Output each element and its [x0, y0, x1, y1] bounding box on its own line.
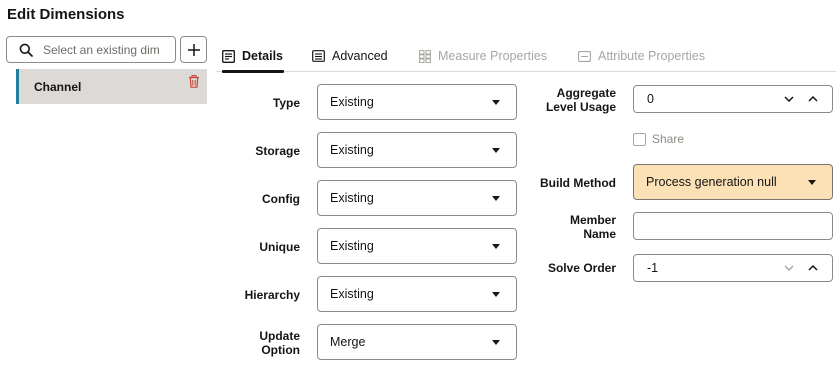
aggregate-level-usage-value[interactable]: 0: [647, 92, 654, 106]
chevron-down-icon[interactable]: [782, 92, 796, 106]
tab-advanced[interactable]: Advanced: [312, 40, 388, 72]
share-checkbox-box[interactable]: [633, 132, 646, 146]
aggregate-level-usage-label: Aggregate Level Usage: [526, 86, 616, 114]
storage-value: Existing: [330, 143, 374, 157]
hierarchy-select[interactable]: Existing: [317, 276, 517, 312]
sidebar-item-label: Channel: [34, 79, 82, 94]
tab-advanced-label: Advanced: [332, 49, 388, 63]
update-option-select[interactable]: Merge: [317, 324, 517, 360]
hierarchy-value: Existing: [330, 287, 374, 301]
page-title: Edit Dimensions: [7, 6, 125, 23]
chevron-up-icon[interactable]: [806, 92, 820, 106]
member-name-label-line1: Member: [569, 213, 616, 227]
tab-measure-properties-label: Measure Properties: [438, 49, 548, 63]
add-dimension-button[interactable]: [180, 36, 207, 63]
chevron-down-icon: [808, 180, 816, 185]
chevron-down-icon: [492, 292, 500, 297]
chevron-down-icon: [492, 196, 500, 201]
tab-measure-properties[interactable]: Measure Properties: [419, 40, 547, 72]
sidebar-item-channel[interactable]: Channel: [16, 69, 207, 104]
update-option-label-line1: Update: [259, 329, 300, 343]
update-option-label: Update Option: [230, 329, 300, 357]
tab-attribute-properties-label: Attribute Properties: [598, 49, 705, 63]
config-label: Config: [262, 192, 300, 206]
solve-order-stepper[interactable]: -1: [633, 254, 833, 282]
solve-order-label: Solve Order: [547, 261, 616, 275]
build-method-label: Build Method: [540, 176, 616, 190]
share-label: Share: [652, 132, 685, 146]
solve-order-value[interactable]: -1: [647, 261, 658, 275]
chevron-down-icon: [492, 100, 500, 105]
chevron-up-icon[interactable]: [806, 261, 820, 275]
update-option-label-line2: Option: [261, 343, 300, 357]
aggregate-level-usage-stepper[interactable]: 0: [633, 85, 833, 113]
aggregate-label-line1: Aggregate: [556, 86, 616, 100]
unique-select[interactable]: Existing: [317, 228, 517, 264]
tab-details[interactable]: Details: [222, 40, 284, 73]
unique-label: Unique: [259, 240, 300, 254]
search-icon: [19, 43, 33, 57]
chevron-down-icon: [492, 340, 500, 345]
share-checkbox[interactable]: Share: [633, 132, 684, 146]
chevron-down-icon: [492, 148, 500, 153]
chevron-down-icon: [782, 261, 796, 275]
config-value: Existing: [330, 191, 374, 205]
storage-select[interactable]: Existing: [317, 132, 517, 168]
dimension-search[interactable]: [6, 36, 176, 63]
measure-grid-icon: [419, 49, 431, 63]
build-method-select[interactable]: Process generation null: [633, 164, 833, 200]
type-value: Existing: [330, 95, 374, 109]
type-select[interactable]: Existing: [317, 84, 517, 120]
details-icon: [222, 49, 235, 63]
chevron-down-icon: [492, 244, 500, 249]
unique-value: Existing: [330, 239, 374, 253]
update-option-value: Merge: [330, 335, 366, 349]
aggregate-label-line2: Level Usage: [545, 100, 616, 114]
tab-bar: Details Advanced Measure Properties Attr…: [216, 40, 836, 73]
storage-label: Storage: [255, 144, 300, 158]
member-name-label: Member Name: [526, 213, 616, 241]
trash-icon[interactable]: [188, 75, 200, 93]
member-name-label-line2: Name: [583, 227, 616, 241]
tab-details-label: Details: [242, 49, 283, 63]
search-input[interactable]: [43, 42, 171, 57]
attribute-icon: [578, 50, 591, 62]
config-select[interactable]: Existing: [317, 180, 517, 216]
tab-attribute-properties[interactable]: Attribute Properties: [578, 40, 705, 72]
build-method-value: Process generation null: [646, 175, 777, 189]
member-name-input[interactable]: [633, 212, 833, 240]
hierarchy-label: Hierarchy: [244, 288, 300, 302]
advanced-icon: [312, 50, 325, 62]
plus-icon: [187, 43, 200, 56]
type-label: Type: [272, 96, 300, 110]
